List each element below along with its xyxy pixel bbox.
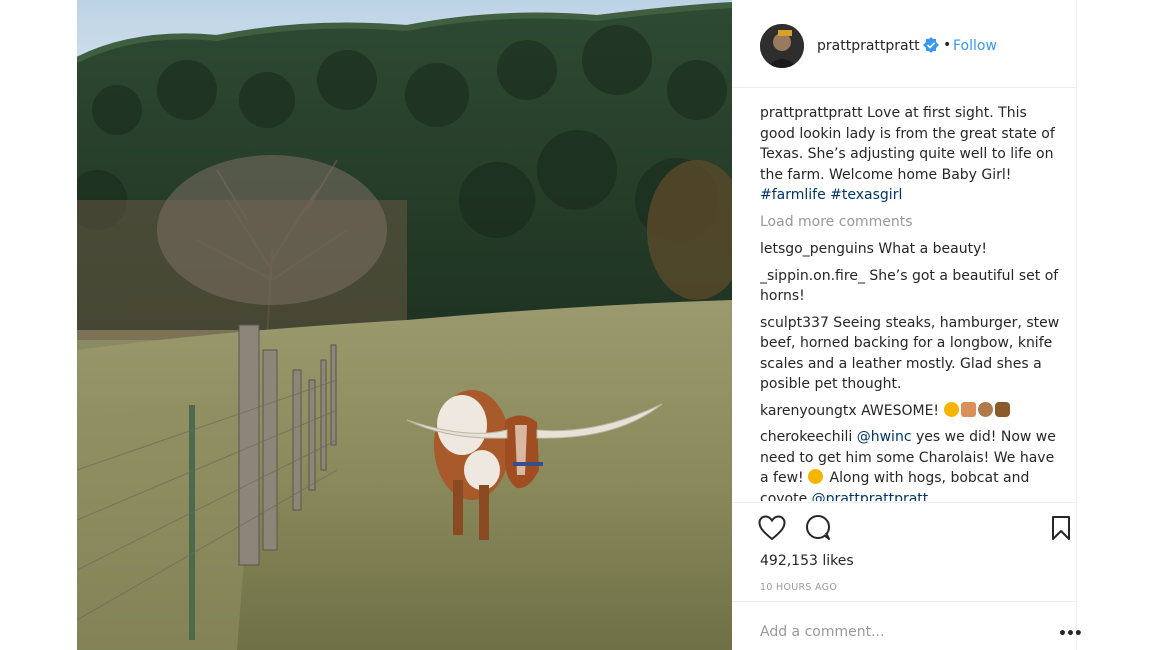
heart-eyes-emoji-icon [943, 401, 959, 417]
username-link[interactable]: prattprattpratt [817, 38, 920, 54]
verified-badge-icon [923, 37, 939, 53]
hashtag-link[interactable]: #farmlife [760, 187, 826, 203]
praying-hands-emoji-icon [960, 401, 976, 417]
caption: prattprattpratt Love at first sight. Thi… [760, 103, 1060, 206]
heart-icon[interactable] [758, 515, 786, 541]
like-count[interactable]: 492,153 likes [760, 553, 854, 569]
comment-username[interactable]: letsgo_penguins [760, 241, 874, 257]
comments-list: prattprattpratt Love at first sight. Thi… [760, 103, 1060, 501]
comment-username[interactable]: _sippin.on.fire_ [760, 268, 865, 284]
cow-emoji-icon [994, 401, 1010, 417]
post-side-panel: prattprattpratt • Follow prattprattpratt… [732, 0, 1083, 650]
separator-dot: • [943, 37, 952, 53]
comment-username[interactable]: karenyoungtx [760, 403, 857, 419]
list-item: karenyoungtx AWESOME! [760, 401, 1060, 422]
list-item: letsgo_penguins What a beauty! [760, 239, 1060, 260]
more-options-icon[interactable]: ••• [1058, 626, 1083, 642]
comment-text: AWESOME! [856, 402, 940, 419]
list-item: cherokeechili @hwinc yes we did! Now we … [760, 427, 1060, 501]
follow-button[interactable]: Follow [953, 38, 997, 54]
list-item: _sippin.on.fire_ She’s got a beautiful s… [760, 266, 1060, 307]
post-header: prattprattpratt • Follow [732, 0, 1077, 88]
bookmark-icon[interactable] [1050, 515, 1072, 541]
cow-face-emoji-icon [977, 401, 993, 417]
avatar[interactable] [760, 24, 804, 68]
post-timestamp: 10 HOURS AGO [760, 582, 838, 593]
mention-link[interactable]: @hwinc [857, 429, 912, 445]
longhorn-cow-photo [77, 0, 732, 650]
list-item: sculpt337 Seeing steaks, hamburger, stew… [760, 313, 1060, 395]
add-comment-section: ••• [732, 601, 1083, 650]
comment-text: What a beauty! [873, 241, 987, 257]
comment-username[interactable]: sculpt337 [760, 315, 829, 331]
comment-input[interactable] [760, 624, 1020, 640]
comment-bubble-icon[interactable] [804, 515, 832, 541]
comment-username[interactable]: cherokeechili [760, 429, 852, 445]
hashtag-link[interactable]: #texasgirl [830, 187, 902, 203]
mention-link[interactable]: @prattprattpratt [812, 491, 929, 502]
caption-username[interactable]: prattprattpratt [760, 105, 863, 121]
post-actions: 492,153 likes 10 HOURS AGO [732, 502, 1077, 602]
post-photo[interactable] [77, 0, 732, 650]
load-more-comments-button[interactable]: Load more comments [760, 212, 1060, 233]
smile-emoji-icon [808, 469, 824, 484]
